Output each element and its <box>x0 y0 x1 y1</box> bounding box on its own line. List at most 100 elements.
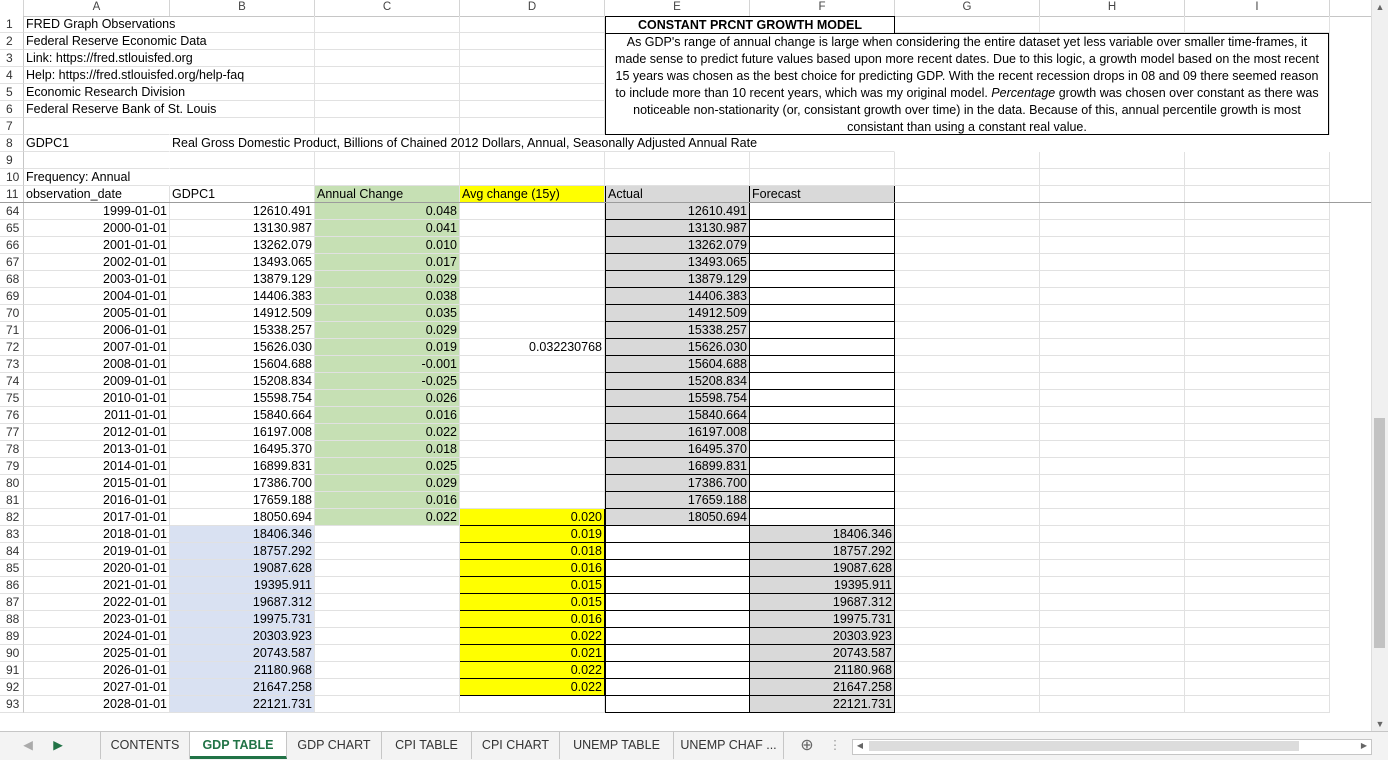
empty-cell[interactable] <box>315 118 460 135</box>
avg-change-cell[interactable] <box>460 288 605 305</box>
empty-cell[interactable] <box>895 492 1040 509</box>
empty-cell[interactable] <box>895 662 1040 679</box>
observation-date-cell[interactable]: 2020-01-01 <box>24 560 170 577</box>
avg-change-cell[interactable] <box>460 458 605 475</box>
gdp-value-cell[interactable]: 16197.008 <box>170 424 315 441</box>
forecast-cell[interactable]: 20743.587 <box>750 645 895 662</box>
empty-cell[interactable] <box>170 16 315 33</box>
empty-cell[interactable] <box>1185 288 1330 305</box>
empty-cell[interactable] <box>1040 458 1185 475</box>
forecast-cell[interactable]: 20303.923 <box>750 628 895 645</box>
empty-cell[interactable] <box>1040 16 1185 33</box>
empty-cell[interactable] <box>1185 526 1330 543</box>
forecast-cell[interactable] <box>750 288 895 305</box>
scroll-left-icon[interactable]: ◀ <box>854 740 866 752</box>
gdp-value-cell[interactable]: 21647.258 <box>170 679 315 696</box>
forecast-cell[interactable] <box>750 203 895 220</box>
avg-change-cell[interactable] <box>460 271 605 288</box>
empty-cell[interactable] <box>1040 441 1185 458</box>
observation-date-cell[interactable]: 2016-01-01 <box>24 492 170 509</box>
tab-contents[interactable]: CONTENTS <box>100 732 190 759</box>
empty-cell[interactable] <box>1040 203 1185 220</box>
row-number[interactable]: 65 <box>0 220 24 237</box>
actual-cell[interactable]: 12610.491 <box>605 203 750 220</box>
gdp-value-cell[interactable]: 22121.731 <box>170 696 315 713</box>
gdp-value-cell[interactable]: 21180.968 <box>170 662 315 679</box>
empty-cell[interactable] <box>460 101 605 118</box>
empty-cell[interactable] <box>895 254 1040 271</box>
empty-cell[interactable] <box>895 186 1040 203</box>
actual-cell[interactable] <box>605 611 750 628</box>
avg-change-cell[interactable]: 0.022 <box>460 679 605 696</box>
observation-date-cell[interactable]: 2001-01-01 <box>24 237 170 254</box>
empty-cell[interactable] <box>1040 509 1185 526</box>
column-header-f[interactable]: F <box>750 0 895 16</box>
actual-cell[interactable]: 15840.664 <box>605 407 750 424</box>
empty-cell[interactable] <box>895 543 1040 560</box>
avg-change-cell[interactable]: 0.019 <box>460 526 605 543</box>
observation-date-cell[interactable]: 2012-01-01 <box>24 424 170 441</box>
actual-cell[interactable] <box>605 543 750 560</box>
forecast-cell[interactable]: 19687.312 <box>750 594 895 611</box>
actual-cell[interactable]: 14912.509 <box>605 305 750 322</box>
actual-cell[interactable]: 15626.030 <box>605 339 750 356</box>
column-header-g[interactable]: G <box>895 0 1040 16</box>
observation-date-cell[interactable]: 2004-01-01 <box>24 288 170 305</box>
empty-cell[interactable] <box>1040 152 1185 169</box>
empty-cell[interactable] <box>895 288 1040 305</box>
annual-change-cell[interactable]: 0.029 <box>315 271 460 288</box>
empty-cell[interactable] <box>1040 356 1185 373</box>
scroll-down-icon[interactable]: ▼ <box>1372 717 1388 731</box>
info-cell[interactable]: FRED Graph Observations <box>24 16 175 33</box>
empty-cell[interactable] <box>1040 288 1185 305</box>
gdp-value-cell[interactable]: 13879.129 <box>170 271 315 288</box>
empty-cell[interactable] <box>1185 441 1330 458</box>
empty-cell[interactable] <box>170 50 315 67</box>
horizontal-scrollbar[interactable]: ◀ ▶ <box>852 739 1372 755</box>
empty-cell[interactable] <box>1040 594 1185 611</box>
row-number[interactable]: 87 <box>0 594 24 611</box>
row-number[interactable]: 4 <box>0 67 24 84</box>
empty-cell[interactable] <box>315 50 460 67</box>
empty-cell[interactable] <box>895 696 1040 713</box>
forecast-cell[interactable] <box>750 475 895 492</box>
empty-cell[interactable] <box>460 169 605 186</box>
actual-cell[interactable]: 18050.694 <box>605 509 750 526</box>
avg-change-cell[interactable]: 0.018 <box>460 543 605 560</box>
annual-change-cell[interactable] <box>315 611 460 628</box>
observation-date-cell[interactable]: 2010-01-01 <box>24 390 170 407</box>
tab-scroll-right-icon[interactable]: ▶ <box>48 732 68 759</box>
empty-cell[interactable] <box>1185 543 1330 560</box>
actual-cell[interactable]: 14406.383 <box>605 288 750 305</box>
empty-cell[interactable] <box>1185 662 1330 679</box>
gdp-value-cell[interactable]: 19087.628 <box>170 560 315 577</box>
avg-change-cell[interactable] <box>460 305 605 322</box>
gdp-value-cell[interactable]: 15338.257 <box>170 322 315 339</box>
row-number[interactable]: 84 <box>0 543 24 560</box>
observation-date-cell[interactable]: 2028-01-01 <box>24 696 170 713</box>
actual-cell[interactable] <box>605 560 750 577</box>
observation-date-cell[interactable]: 2027-01-01 <box>24 679 170 696</box>
forecast-cell[interactable] <box>750 322 895 339</box>
empty-cell[interactable] <box>1040 577 1185 594</box>
observation-date-cell[interactable]: 2000-01-01 <box>24 220 170 237</box>
empty-cell[interactable] <box>1040 696 1185 713</box>
row-number[interactable]: 5 <box>0 84 24 101</box>
empty-cell[interactable] <box>895 169 1040 186</box>
actual-cell[interactable]: 13130.987 <box>605 220 750 237</box>
row-number[interactable]: 68 <box>0 271 24 288</box>
forecast-cell[interactable]: 19975.731 <box>750 611 895 628</box>
empty-cell[interactable] <box>895 560 1040 577</box>
empty-cell[interactable] <box>1040 305 1185 322</box>
forecast-cell[interactable] <box>750 339 895 356</box>
annual-change-cell[interactable]: 0.019 <box>315 339 460 356</box>
empty-cell[interactable] <box>1185 339 1330 356</box>
empty-cell[interactable] <box>895 305 1040 322</box>
empty-cell[interactable] <box>170 101 315 118</box>
avg-change-cell[interactable] <box>460 475 605 492</box>
annual-change-cell[interactable] <box>315 543 460 560</box>
forecast-cell[interactable] <box>750 305 895 322</box>
avg-change-cell[interactable] <box>460 237 605 254</box>
avg-change-cell[interactable] <box>460 441 605 458</box>
annual-change-cell[interactable] <box>315 594 460 611</box>
